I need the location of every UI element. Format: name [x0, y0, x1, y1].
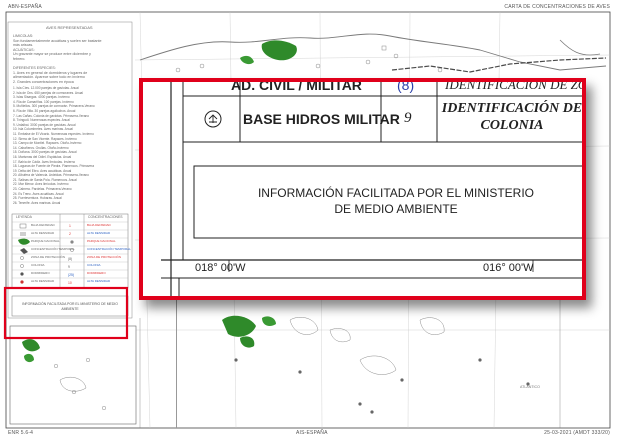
legend-table-row-label: CONCENTRACIÓN TEMPORAL — [31, 247, 75, 251]
legend-table-row-concentration: ZONA DE PROTECCIÓN — [87, 255, 122, 259]
legend-info-small: INFORMACIÓN FACILITADA POR EL MINISTERIO… — [22, 302, 118, 311]
zoom-info-line1: INFORMACIÓN FACILITADA POR EL MINISTERIO — [257, 186, 535, 200]
svg-text:ATLÁNTICO: ATLÁNTICO — [520, 385, 540, 389]
svg-text:1: 1 — [69, 224, 71, 228]
legend-line: 18. Lagunas de Fuente de Piedra. Flamenc… — [13, 164, 94, 169]
zoom-row-top-number: (8) — [397, 78, 415, 93]
legend-table-row-label: ALTA DENSIDAD — [31, 279, 55, 283]
legend-table-row-label: BAJA DENSIDAD — [31, 223, 55, 227]
legend-table-head-left: LEYENDA — [16, 215, 32, 219]
svg-text:(25): (25) — [68, 273, 74, 277]
legend-line: Un gravante mayor se produce entre dicie… — [13, 52, 91, 57]
legend-table-row-concentration: BAJA DENSIDAD — [87, 223, 111, 227]
legend-table-row-label: ZONA DE PROTECCIÓN — [31, 255, 66, 259]
svg-text:10: 10 — [68, 281, 72, 285]
zoom-lon-right: 016° 00'W — [483, 262, 534, 274]
legend-title: AVES REPRESENTADAS — [46, 25, 93, 30]
legend-table-row-label: ALTA DENSIDAD — [31, 231, 55, 235]
legend-species-list: 1. Isla Cíes. 12.000 parejas de gaviotas… — [13, 86, 95, 205]
legend-table-row-concentration: ALTA DENSIDAD — [87, 279, 111, 283]
header-left: ABN-ESPAÑA — [8, 4, 42, 10]
legend-line: 2. Grandes concentraciones en época — [13, 79, 74, 84]
zoom-ident-line1: IDENTIFICACIÓN DE — [441, 101, 583, 116]
legend-table-row-concentration: PARQUE NACIONAL — [87, 239, 116, 243]
footer-center: AIS-ESPAÑA — [296, 430, 328, 436]
legend-table-head-right: CONCENTRACIONES — [88, 215, 123, 219]
legend-block-b: DIFERENTES ESPECIES: 1. Aves en general d… — [13, 66, 87, 84]
legend-table-row-label: PARQUE NACIONAL — [31, 239, 60, 243]
zoom-callout: AD. CIVIL / MILITAR (8) IDENTIFICACIÓN D… — [139, 78, 586, 300]
svg-text:(8): (8) — [68, 257, 72, 261]
legend-block-a: LIMICOLAS: Son fundamentalmente acuáticas… — [13, 34, 102, 62]
legend-line: 26. Tenerife. Aves marinas. Anual — [13, 200, 61, 205]
footer-right: 25-03-2021 (AMDT 333/20) — [544, 430, 610, 436]
svg-text:9: 9 — [68, 265, 70, 269]
zoom-base-number: 9 — [404, 110, 412, 126]
legend-table-row-label: DORMIDERO — [31, 271, 50, 275]
zoom-info-line2: DE MEDIO AMBIENTE — [334, 202, 458, 216]
svg-text:2: 2 — [69, 232, 71, 236]
header-right: CARTA DE CONCENTRACIONES DE AVES — [504, 4, 610, 10]
zoom-base-label: BASE HIDROS MILITAR — [243, 111, 400, 127]
zoom-ident-line2: COLONIA — [480, 118, 544, 133]
legend-table-row-concentration: ALTA DENSIDAD — [87, 231, 111, 235]
legend-table-row-concentration: DORMIDERO — [87, 271, 106, 275]
legend-table-row-label: COLONIA — [31, 263, 45, 267]
zoom-row-top-right: IDENTIFICACIÓN DE ZONA — [445, 78, 586, 92]
chart-page: ATLÁNTICO 1 2 (8) 9 (25) 10 ABN-ESPAÑA C… — [0, 0, 620, 440]
footer-left: ENR 5.6-4 — [8, 430, 34, 436]
legend-line: febrero. — [13, 56, 26, 61]
legend-table-row-concentration: COLONIA — [87, 263, 101, 267]
zoom-lon-left: 018° 00'W — [195, 262, 246, 274]
legend-table-row-concentration: CONCENTRACIÓN TEMPORAL — [87, 247, 131, 251]
legend-line: 11. Embalse de El Vicario. Numerosas esp… — [13, 131, 94, 136]
zoom-row-top-label: AD. CIVIL / MILITAR — [231, 78, 362, 93]
